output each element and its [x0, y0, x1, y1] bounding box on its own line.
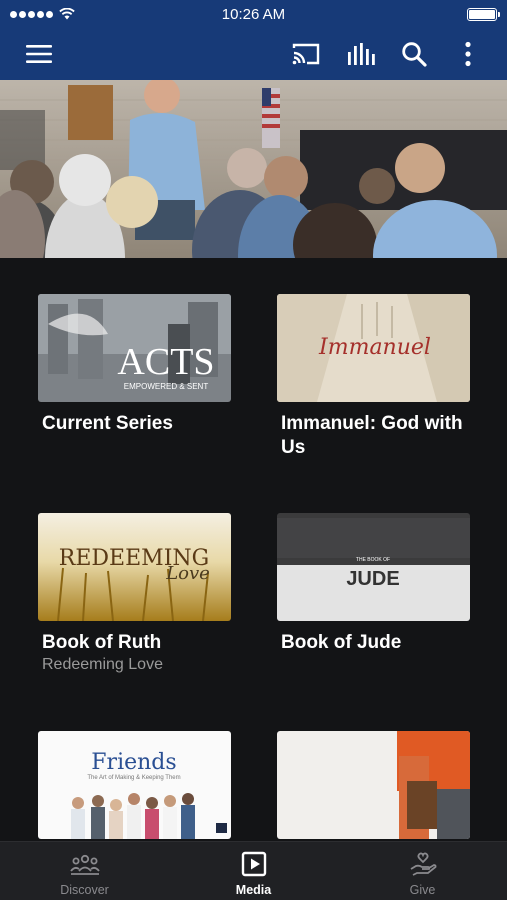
search-button[interactable] — [396, 36, 432, 72]
series-card[interactable]: Friends The Art of Making & Keeping Them — [38, 731, 231, 841]
tab-give[interactable]: Give — [338, 842, 507, 900]
thumb-title: JUDE — [346, 568, 399, 590]
battery-icon — [467, 7, 500, 21]
series-subtitle: Redeeming Love — [42, 656, 163, 673]
series-card[interactable]: REDEEMING Love Book of Ruth Redeeming Lo… — [38, 513, 231, 674]
menu-icon — [26, 45, 52, 63]
series-card[interactable]: ACTS EMPOWERED & SENT Current Series — [38, 294, 231, 436]
series-card[interactable] — [277, 731, 470, 841]
app-toolbar — [0, 28, 507, 80]
thumb-title: ACTS — [117, 341, 214, 383]
series-thumbnail: Immanuel — [277, 294, 470, 402]
more-options-button[interactable] — [450, 36, 486, 72]
thumb-subtitle: EMPOWERED & SENT — [124, 382, 209, 391]
series-title: Current Series — [42, 413, 173, 434]
thumb-subtitle: The Art of Making & Keeping Them — [87, 775, 180, 781]
menu-button[interactable] — [21, 36, 57, 72]
series-card[interactable]: Immanuel Immanuel: God with Us — [277, 294, 470, 460]
series-thumbnail — [277, 731, 470, 839]
thumb-title: Friends — [91, 750, 176, 775]
signal-indicator — [10, 8, 75, 20]
cell-signal-icon — [10, 10, 53, 18]
tab-label: Discover — [60, 883, 109, 897]
series-title: Immanuel: God with Us — [281, 413, 463, 458]
wifi-icon — [59, 8, 75, 20]
giving-hand-icon — [410, 852, 436, 876]
tab-media[interactable]: Media — [169, 842, 338, 900]
people-icon — [69, 854, 100, 875]
tab-discover[interactable]: Discover — [0, 842, 169, 900]
tab-label: Give — [409, 883, 436, 897]
more-vertical-icon — [465, 41, 471, 67]
series-title: Book of Ruth — [42, 632, 162, 653]
series-thumbnail: Friends The Art of Making & Keeping Them — [38, 731, 231, 839]
audio-button[interactable] — [343, 36, 379, 72]
cast-button[interactable] — [288, 36, 324, 72]
bottom-tab-bar: Discover Media Give — [0, 841, 507, 900]
hero-sermon-image[interactable] — [0, 80, 507, 258]
series-thumbnail: ACTS EMPOWERED & SENT — [38, 294, 231, 402]
thumb-title: Immanuel — [318, 335, 431, 360]
hero-illustration — [0, 80, 507, 258]
series-grid: ACTS EMPOWERED & SENT Current Series Imm… — [0, 258, 507, 841]
series-title: Book of Jude — [281, 632, 402, 653]
tab-label: Media — [235, 883, 272, 897]
audio-bars-icon — [348, 43, 375, 65]
series-thumbnail: REDEEMING Love — [38, 513, 231, 621]
status-bar: 10:26 AM — [0, 0, 507, 28]
cast-icon — [292, 43, 320, 65]
thumb-subtitle: Love — [165, 563, 210, 584]
series-thumbnail: THE BOOK OF JUDE — [277, 513, 470, 621]
series-card[interactable]: THE BOOK OF JUDE Book of Jude — [277, 513, 470, 655]
play-icon — [241, 851, 266, 877]
thumb-subtitle: THE BOOK OF — [356, 557, 390, 563]
status-time: 10:26 AM — [221, 5, 286, 23]
search-icon — [402, 42, 427, 67]
